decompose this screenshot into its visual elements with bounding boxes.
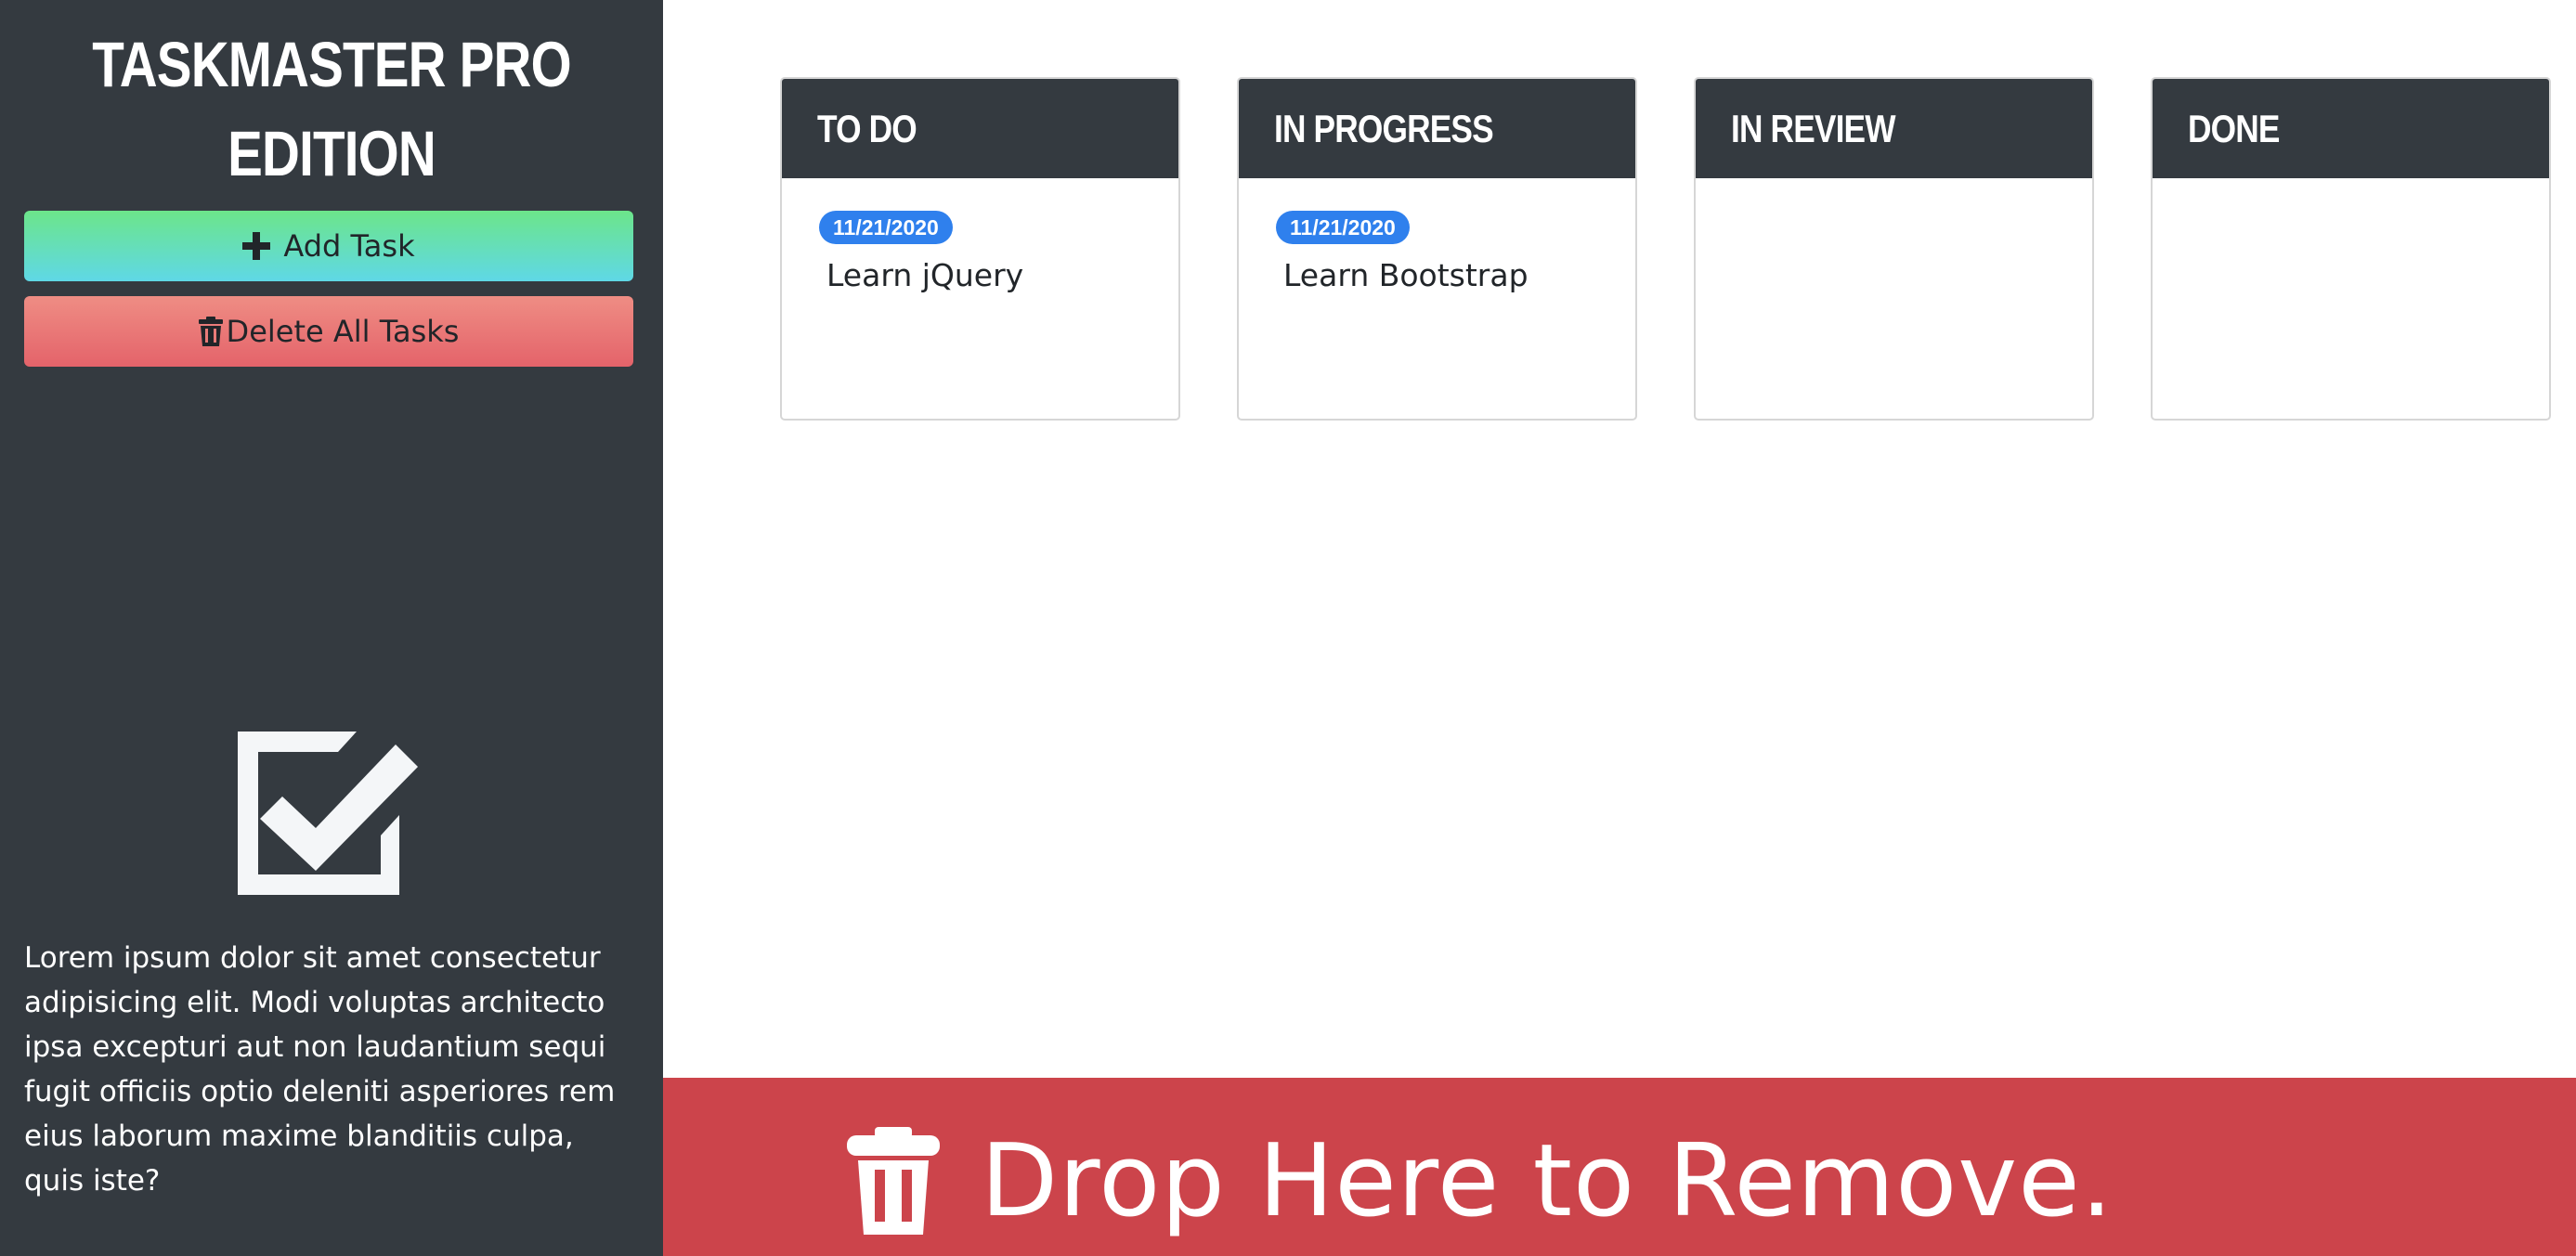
add-task-label: Add Task	[283, 228, 415, 264]
column-title: To Do	[817, 106, 917, 150]
plus-icon	[242, 232, 271, 260]
task-date-badge[interactable]: 11/21/2020	[819, 211, 953, 244]
column-to-do[interactable]: To Do 11/21/2020 Learn jQuery	[780, 77, 1180, 421]
delete-all-tasks-button[interactable]: Delete All Tasks	[24, 296, 633, 367]
task-date-badge[interactable]: 11/21/2020	[1276, 211, 1410, 244]
trash-drop-zone[interactable]: Drop Here to Remove.	[663, 1078, 2576, 1256]
column-in-review[interactable]: In Review	[1694, 77, 2094, 421]
column-header: Done	[2153, 79, 2549, 178]
checkbox-checked-icon	[238, 732, 420, 895]
column-title: Done	[2188, 106, 2280, 150]
app-title-line-1: Taskmaster Pro	[92, 29, 571, 100]
column-title: In Progress	[1274, 106, 1494, 150]
column-in-progress[interactable]: In Progress 11/21/2020 Learn Bootstrap	[1237, 77, 1637, 421]
app-title: Taskmaster Pro Edition	[59, 20, 603, 199]
column-header: In Review	[1696, 79, 2092, 178]
trash-icon	[198, 317, 223, 346]
task-text[interactable]: Learn Bootstrap	[1283, 257, 1635, 293]
column-header: In Progress	[1239, 79, 1635, 178]
column-done[interactable]: Done	[2151, 77, 2551, 421]
column-header: To Do	[782, 79, 1178, 178]
trash-drop-label: Drop Here to Remove.	[981, 1122, 2114, 1239]
trash-icon	[847, 1127, 940, 1235]
delete-all-tasks-label: Delete All Tasks	[226, 314, 460, 349]
sidebar-description: Lorem ipsum dolor sit amet consectetur a…	[24, 941, 616, 1198]
sidebar: Taskmaster Pro Edition Add Task Delete A…	[0, 0, 663, 1256]
task-card[interactable]: 11/21/2020 Learn jQuery	[782, 178, 1178, 293]
task-text[interactable]: Learn jQuery	[826, 257, 1178, 293]
add-task-button[interactable]: Add Task	[24, 211, 633, 281]
task-card[interactable]: 11/21/2020 Learn Bootstrap	[1239, 178, 1635, 293]
app-title-line-2: Edition	[228, 118, 436, 189]
column-title: In Review	[1731, 106, 1896, 150]
